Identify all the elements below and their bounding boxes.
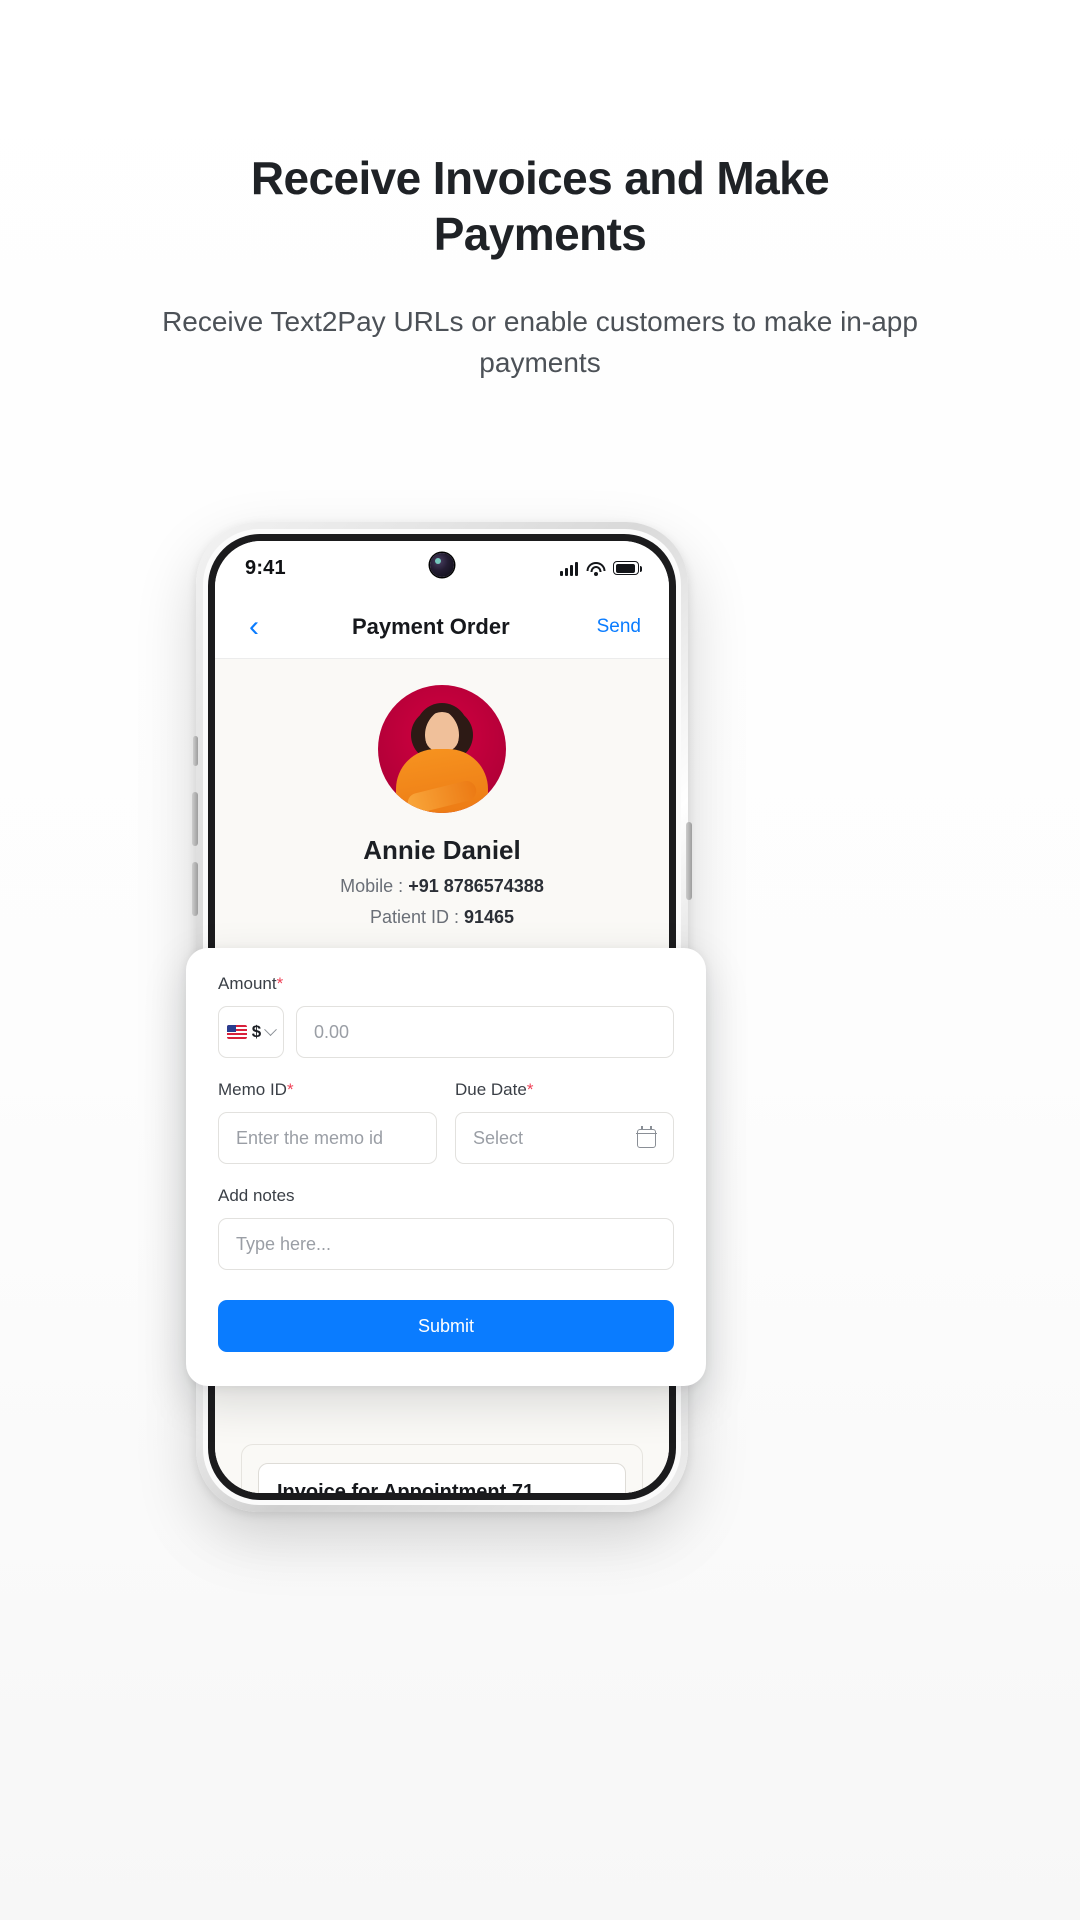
duedate-field-group: Due Date* Select bbox=[455, 1080, 674, 1164]
app-nav-bar: ‹ Payment Order Send bbox=[215, 595, 669, 659]
invoice-card: Invoice for Appointment 71 28 / 60 bbox=[241, 1444, 643, 1493]
status-bar: 9:41 bbox=[215, 541, 669, 595]
page-subtitle: Receive Text2Pay URLs or enable customer… bbox=[162, 306, 918, 378]
currency-select[interactable]: $ bbox=[218, 1006, 284, 1058]
patient-id: Patient ID : 91465 bbox=[215, 907, 669, 928]
amount-label: Amount* bbox=[218, 974, 674, 994]
patient-mobile-label: Mobile : bbox=[340, 876, 409, 896]
memo-label: Memo ID* bbox=[218, 1080, 437, 1100]
amount-input[interactable]: 0.00 bbox=[296, 1006, 674, 1058]
patient-id-label: Patient ID : bbox=[369, 907, 464, 927]
patient-id-value: 91465 bbox=[463, 907, 515, 927]
amount-row: $ 0.00 bbox=[218, 1006, 674, 1058]
page-root: Receive Invoices and Make Payments Recei… bbox=[0, 0, 1080, 1920]
patient-profile: Annie Daniel Mobile : +91 8786574388 Pat… bbox=[215, 659, 669, 928]
status-bar-time: 9:41 bbox=[245, 556, 286, 579]
due-date-label: Due Date* bbox=[455, 1080, 674, 1100]
payment-form-sheet: Amount* $ 0.00 Memo ID* Enter the memo i… bbox=[186, 948, 706, 1386]
amount-label-text: Amount bbox=[218, 974, 277, 993]
phone-mute-switch[interactable] bbox=[193, 736, 198, 766]
us-flag-icon bbox=[226, 1025, 247, 1039]
avatar bbox=[378, 685, 506, 813]
submit-button[interactable]: Submit bbox=[218, 1300, 674, 1352]
patient-name: Annie Daniel bbox=[363, 835, 521, 865]
hero-section: Receive Invoices and Make Payments Recei… bbox=[0, 150, 1080, 383]
due-date-label-text: Due Date bbox=[455, 1080, 527, 1099]
front-camera-punch-hole-icon bbox=[430, 553, 454, 577]
screen-title: Payment Order bbox=[351, 613, 510, 639]
due-date-required-marker: * bbox=[526, 1080, 534, 1099]
cellular-signal-icon bbox=[560, 561, 578, 576]
memo-duedate-row: Memo ID* Enter the memo id Due Date* Sel… bbox=[218, 1080, 674, 1164]
back-chevron-left-icon[interactable]: ‹ bbox=[243, 608, 265, 646]
invoice-section: Invoice for Appointment 71 28 / 60 bbox=[215, 1444, 669, 1493]
phone-volume-down-button[interactable] bbox=[192, 862, 198, 916]
notes-input[interactable]: Type here... bbox=[218, 1218, 674, 1270]
due-date-value: Select bbox=[473, 1127, 524, 1148]
patient-mobile: Mobile : +91 8786574388 bbox=[215, 876, 669, 897]
due-date-input[interactable]: Select bbox=[455, 1112, 674, 1164]
send-button[interactable]: Send bbox=[597, 616, 641, 638]
calendar-icon bbox=[636, 1125, 657, 1148]
memo-field-group: Memo ID* Enter the memo id bbox=[218, 1080, 437, 1164]
invoice-title-field[interactable]: Invoice for Appointment 71 bbox=[258, 1463, 626, 1493]
wifi-icon bbox=[586, 561, 605, 576]
page-title: Receive Invoices and Make Payments bbox=[250, 152, 830, 261]
phone-volume-up-button[interactable] bbox=[192, 792, 198, 846]
memo-required-marker: * bbox=[286, 1080, 294, 1099]
amount-required-marker: * bbox=[276, 974, 284, 993]
battery-full-icon bbox=[613, 561, 642, 575]
memo-id-input[interactable]: Enter the memo id bbox=[218, 1112, 437, 1164]
patient-mobile-value: +91 8786574388 bbox=[408, 876, 544, 896]
chevron-down-icon bbox=[264, 1022, 278, 1036]
memo-label-text: Memo ID bbox=[218, 1080, 287, 1099]
notes-label: Add notes bbox=[218, 1186, 295, 1205]
status-bar-icons bbox=[560, 561, 642, 576]
phone-power-button[interactable] bbox=[686, 822, 692, 900]
currency-symbol: $ bbox=[251, 1022, 262, 1041]
